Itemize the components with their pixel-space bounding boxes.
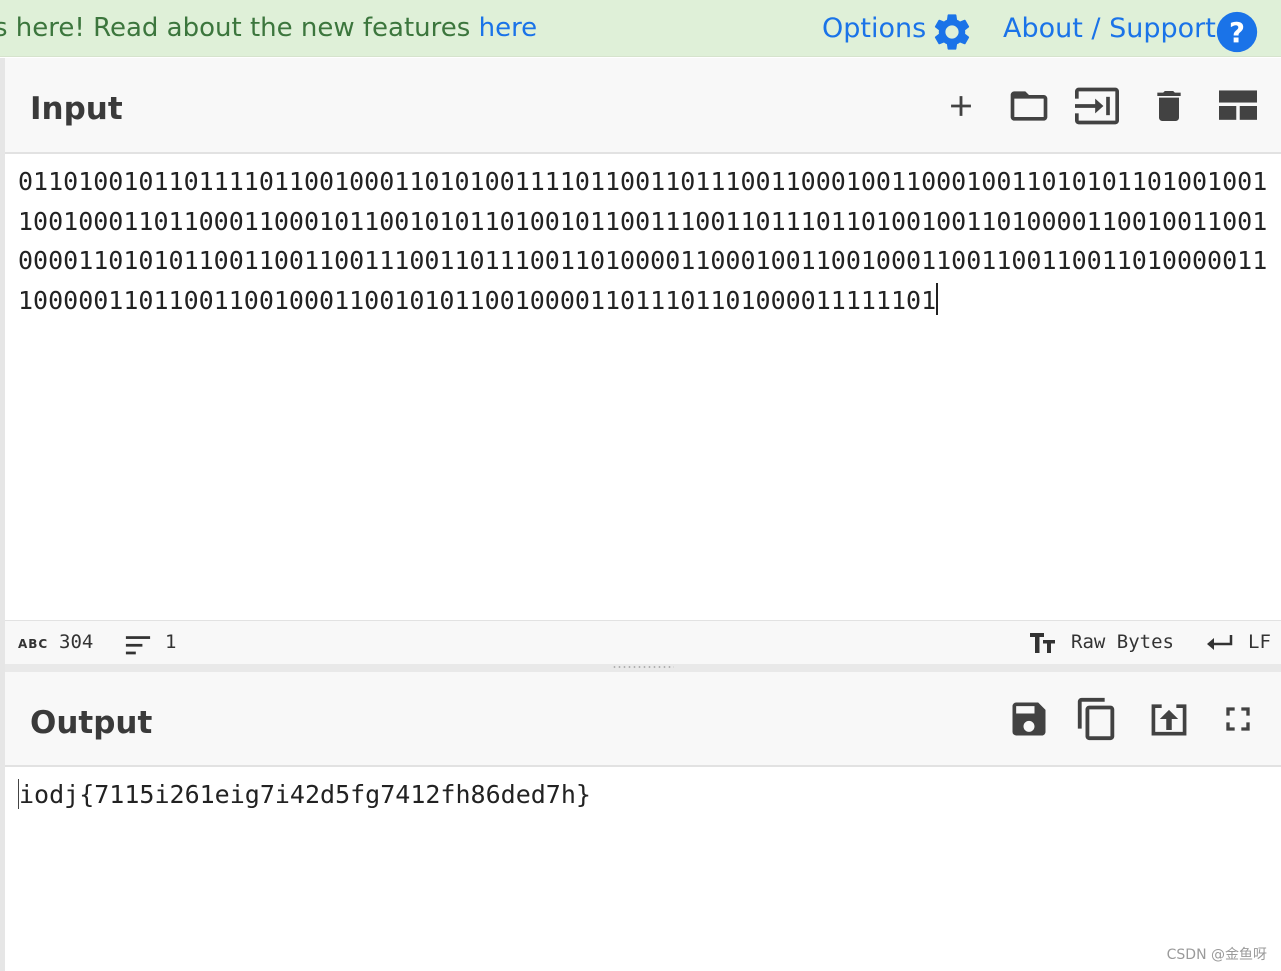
length-label: ABC [18, 637, 49, 651]
replace-input-button[interactable] [1143, 693, 1195, 745]
save-output-button[interactable] [1003, 693, 1055, 745]
watermark: CSDN @金鱼呀 [1166, 947, 1267, 963]
output-title: Output [30, 705, 153, 741]
replace-input-icon [1151, 704, 1187, 736]
open-folder-button[interactable] [1003, 80, 1055, 132]
add-icon [951, 96, 971, 116]
output-content: iodj{7115i261eig7i42d5fg7412fh86ded7h} [19, 780, 591, 809]
gear-icon[interactable] [930, 10, 974, 54]
lines-icon [125, 636, 151, 655]
input-length: 304 [59, 631, 94, 653]
input-textarea[interactable]: 0110100101101111011001000110101001111011… [5, 154, 1281, 619]
output-header: Output [5, 672, 1281, 767]
text-format-icon[interactable] [1029, 631, 1057, 655]
folder-open-icon [1010, 91, 1048, 121]
input-title: Input [30, 91, 123, 127]
text-cursor [936, 282, 939, 315]
options-link[interactable]: Options [822, 13, 926, 44]
copy-output-button[interactable] [1071, 693, 1123, 745]
save-icon [1012, 702, 1046, 736]
return-icon [1207, 635, 1233, 650]
about-support-link[interactable]: About / Support [1003, 13, 1216, 44]
add-input-button[interactable] [935, 80, 987, 132]
copy-icon [1077, 697, 1115, 741]
layout-icon [1219, 90, 1257, 120]
import-file-icon [1073, 87, 1119, 125]
output-textarea[interactable]: iodj{7115i261eig7i42d5fg7412fh86ded7h} [5, 767, 1281, 971]
encoding-selector[interactable]: Raw Bytes [1071, 631, 1174, 653]
eol-selector[interactable]: LF [1248, 631, 1271, 653]
line-count: 1 [165, 631, 177, 653]
resize-grip[interactable] [612, 665, 674, 669]
input-content: 0110100101101111011001000110101001111011… [18, 167, 1268, 315]
notification-banner: s here! Read about the new features here… [0, 0, 1281, 57]
svg-text:?: ? [1229, 17, 1245, 49]
delete-icon [1157, 91, 1181, 121]
fullscreen-icon [1226, 707, 1250, 731]
help-circle-icon[interactable]: ? [1215, 10, 1259, 54]
banner-here-link[interactable]: here [479, 13, 538, 43]
maximise-output-button[interactable] [1212, 693, 1264, 745]
banner-message: s here! Read about the new features here [0, 13, 538, 43]
input-status-bar: ABC 304 1 Raw Bytes LF [5, 620, 1281, 664]
open-file-button[interactable] [1071, 80, 1123, 132]
input-header: Input [5, 58, 1281, 154]
reset-layout-button[interactable] [1212, 80, 1264, 132]
clear-input-button[interactable] [1143, 80, 1195, 132]
